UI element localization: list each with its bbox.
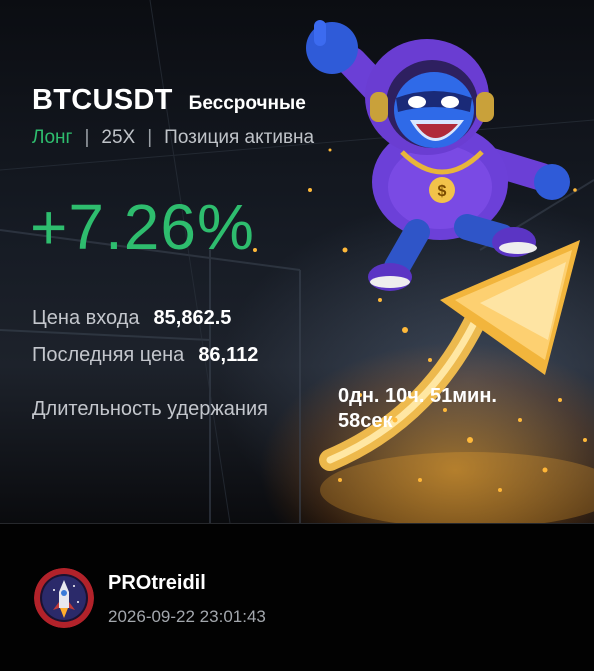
last-price-row: Последняя цена 86,112 bbox=[32, 344, 258, 367]
position-meta: Лонг | 25X | Позиция активна bbox=[32, 127, 314, 149]
hold-duration-row: Длительность удержания bbox=[32, 398, 268, 421]
leverage-label: 25X bbox=[101, 127, 136, 148]
rocket-avatar-icon bbox=[34, 568, 94, 628]
hold-duration-line2: 58сек bbox=[338, 410, 393, 432]
hold-duration-label: Длительность удержания bbox=[32, 398, 268, 420]
entry-price-value: 85,862.5 bbox=[153, 307, 232, 329]
last-price-value: 86,112 bbox=[198, 344, 259, 366]
mascot-illustration: $ bbox=[306, 20, 570, 291]
entry-price-row: Цена входа 85,862.5 bbox=[32, 307, 231, 330]
last-price-label: Последняя цена bbox=[32, 344, 185, 366]
status-label: Позиция активна bbox=[164, 127, 315, 148]
side-label: Лонг bbox=[32, 127, 73, 148]
hold-duration-value: 0дн. 10ч. 51мин. 58сек bbox=[338, 384, 558, 434]
meta-separator: | bbox=[84, 127, 90, 148]
symbol-label: BTCUSDT bbox=[32, 84, 173, 116]
hold-duration-line1: 0дн. 10ч. 51мин. bbox=[338, 385, 497, 407]
timestamp: 2026-09-22 23:01:43 bbox=[108, 607, 266, 626]
pnl-percent: +7.26% bbox=[30, 191, 255, 263]
position-title: BTCUSDT Бессрочные bbox=[32, 84, 306, 117]
meta-separator: | bbox=[147, 127, 153, 148]
avatar[interactable] bbox=[34, 568, 94, 628]
username[interactable]: PROtreidil bbox=[108, 572, 206, 595]
entry-price-label: Цена входа bbox=[32, 307, 140, 329]
contract-type-label: Бессрочные bbox=[188, 93, 306, 114]
pnl-share-card: $ BTCUSDT Бессрочные Лонг | 25X | Позици… bbox=[0, 0, 594, 523]
svg-text:$: $ bbox=[438, 183, 447, 200]
